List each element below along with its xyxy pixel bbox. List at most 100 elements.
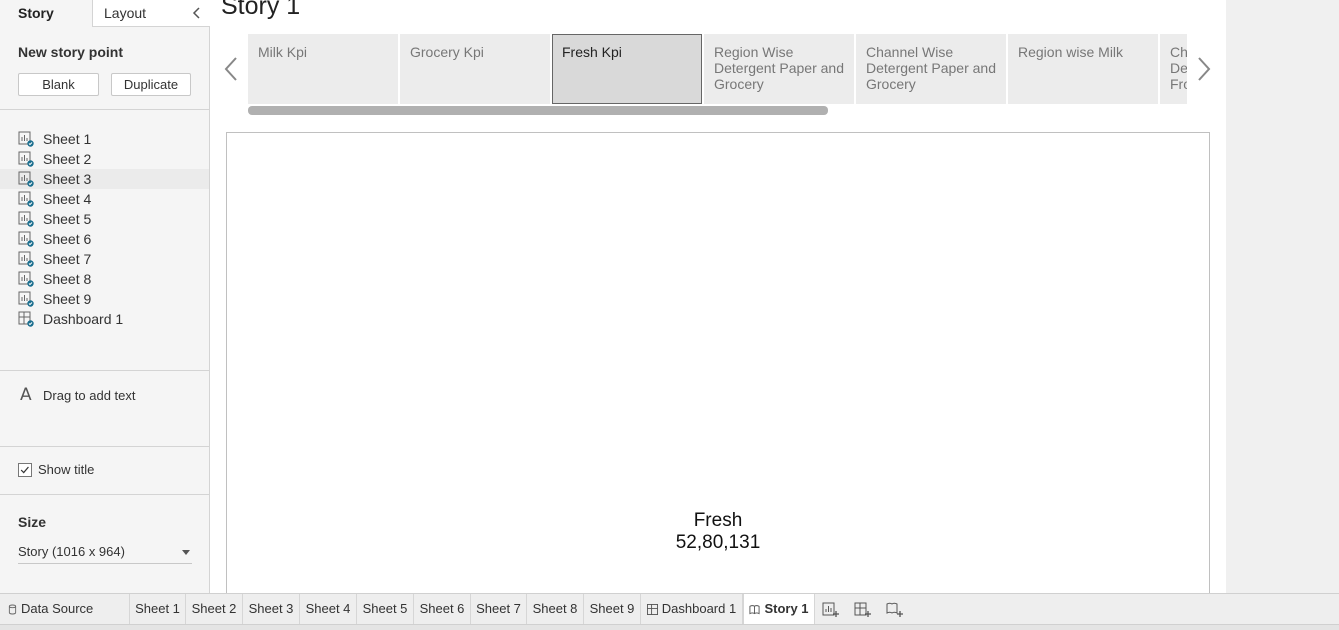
divider — [0, 446, 209, 447]
navigator-scrollbar[interactable] — [248, 106, 1187, 115]
story-pane: Story Layout New story point Blank Dupli… — [0, 0, 210, 593]
tab-layout[interactable]: Layout — [93, 0, 210, 27]
worksheet-icon — [18, 151, 34, 167]
pane-tabs: Story Layout — [0, 0, 210, 27]
duplicate-button[interactable]: Duplicate — [111, 73, 191, 96]
sheet-item-7[interactable]: Sheet 7 — [0, 249, 209, 269]
blank-button[interactable]: Blank — [18, 73, 99, 96]
worksheet-icon — [18, 131, 34, 147]
size-dropdown-value: Story (1016 x 964) — [18, 544, 125, 559]
tab-sheet-1[interactable]: Sheet 1 — [130, 594, 186, 625]
tab-label: Dashboard 1 — [661, 601, 737, 616]
status-bar — [0, 624, 1339, 630]
tab-label: Sheet 8 — [532, 601, 578, 616]
tab-label: Sheet 3 — [248, 601, 294, 616]
tab-label: Sheet 7 — [476, 601, 521, 616]
worksheet-icon — [18, 171, 34, 187]
sheet-item-8[interactable]: Sheet 8 — [0, 269, 209, 289]
story-point-grocery-kpi[interactable]: Grocery Kpi — [400, 34, 550, 104]
sheet-item-label: Sheet 9 — [43, 291, 92, 307]
tab-sheet-4[interactable]: Sheet 4 — [300, 594, 357, 625]
divider — [0, 370, 209, 371]
tab-dashboard-1[interactable]: Dashboard 1 — [641, 594, 743, 625]
size-dropdown[interactable]: Story (1016 x 964) — [18, 542, 192, 564]
worksheet-icon — [18, 211, 34, 227]
sheet-item-label: Sheet 1 — [43, 131, 92, 147]
tab-sheet-6[interactable]: Sheet 6 — [414, 594, 471, 625]
story-point-region-detergent-grocery[interactable]: Region Wise Detergent Paper and Grocery — [704, 34, 854, 104]
tab-label: Sheet 6 — [419, 601, 465, 616]
sheet-item-label: Sheet 5 — [43, 211, 92, 227]
kpi-value: 52,80,131 — [675, 532, 761, 553]
drag-text-label: Drag to add text — [43, 388, 136, 403]
sheet-item-1[interactable]: Sheet 1 — [0, 129, 209, 149]
sheet-item-label: Sheet 6 — [43, 231, 92, 247]
story-title[interactable]: Story 1 — [221, 0, 300, 21]
show-title-checkbox[interactable] — [18, 463, 32, 477]
dashboard-icon — [18, 311, 34, 327]
story-point-channel-detergent-frozen[interactable]: Channel Wise Detergent Paper and Frozen — [1160, 34, 1187, 104]
tab-label: Sheet 9 — [589, 601, 635, 616]
sheet-tab-bar: Data Source Sheet 1 Sheet 2 Sheet 3 Shee… — [0, 593, 1339, 625]
checkmark-icon — [20, 466, 29, 474]
divider — [0, 494, 209, 495]
tab-sheet-3[interactable]: Sheet 3 — [243, 594, 300, 625]
story-point-milk-kpi[interactable]: Milk Kpi — [248, 34, 398, 104]
right-gutter — [1226, 0, 1339, 593]
worksheet-icon — [18, 291, 34, 307]
tab-label: Story 1 — [764, 601, 809, 616]
chevron-right-icon[interactable] — [1197, 56, 1211, 82]
story-point-fresh-kpi[interactable]: Fresh Kpi — [552, 34, 702, 104]
sheet-item-9[interactable]: Sheet 9 — [0, 289, 209, 309]
tab-label: Sheet 1 — [135, 601, 180, 616]
sheet-item-label: Sheet 8 — [43, 271, 92, 287]
chevron-left-icon[interactable] — [191, 7, 203, 19]
tab-story[interactable]: Story — [0, 0, 93, 27]
size-heading: Size — [18, 514, 47, 530]
sheet-item-2[interactable]: Sheet 2 — [0, 149, 209, 169]
tab-layout-label: Layout — [104, 5, 147, 21]
tab-data-source[interactable]: Data Source — [0, 594, 130, 625]
tab-label: Data Source — [21, 601, 94, 616]
chevron-left-icon[interactable] — [224, 56, 238, 82]
sheet-item-6[interactable]: Sheet 6 — [0, 229, 209, 249]
sheet-item-3[interactable]: Sheet 3 — [0, 169, 209, 189]
kpi-card: Fresh 52,80,131 — [227, 510, 1209, 554]
tableau-story-editor: Story Layout New story point Blank Dupli… — [0, 0, 1339, 630]
sheet-item-label: Sheet 7 — [43, 251, 92, 267]
show-title-label: Show title — [38, 462, 95, 477]
new-story-point-heading: New story point — [18, 44, 124, 60]
sheet-item-4[interactable]: Sheet 4 — [0, 189, 209, 209]
new-worksheet-icon[interactable] — [822, 601, 840, 617]
tab-sheet-9[interactable]: Sheet 9 — [584, 594, 641, 625]
story-canvas: Fresh 52,80,131 — [226, 132, 1210, 602]
sheet-item-label: Sheet 2 — [43, 151, 92, 167]
tab-sheet-8[interactable]: Sheet 8 — [527, 594, 584, 625]
story-point-region-milk[interactable]: Region wise Milk — [1008, 34, 1158, 104]
worksheet-icon — [18, 231, 34, 247]
story-icon — [749, 605, 760, 615]
dashboard-icon — [646, 604, 658, 616]
tab-story-1[interactable]: Story 1 — [743, 594, 815, 625]
tab-label: Sheet 2 — [191, 601, 237, 616]
tab-sheet-5[interactable]: Sheet 5 — [357, 594, 414, 625]
new-story-icon[interactable] — [886, 601, 904, 617]
drag-text-item[interactable]: A Drag to add text — [0, 384, 209, 408]
story-navigator: Milk Kpi Grocery Kpi Fresh Kpi Region Wi… — [248, 34, 1187, 104]
worksheet-icon — [18, 271, 34, 287]
scrollbar-thumb[interactable] — [248, 106, 828, 115]
sheet-item-5[interactable]: Sheet 5 — [0, 209, 209, 229]
new-dashboard-icon[interactable] — [854, 601, 872, 617]
tab-sheet-2[interactable]: Sheet 2 — [186, 594, 243, 625]
sheet-list: Sheet 1 Sheet 2 Sheet 3 Sheet 4 Sheet 5 … — [0, 129, 209, 329]
tab-label: Sheet 4 — [305, 601, 351, 616]
datasource-icon — [8, 604, 17, 615]
tab-label: Sheet 5 — [362, 601, 408, 616]
sheet-item-dashboard-1[interactable]: Dashboard 1 — [0, 309, 209, 329]
tab-sheet-7[interactable]: Sheet 7 — [471, 594, 527, 625]
worksheet-icon — [18, 251, 34, 267]
caret-down-icon — [182, 550, 190, 555]
worksheet-icon — [18, 191, 34, 207]
sheet-item-label: Sheet 4 — [43, 191, 92, 207]
story-point-channel-detergent-grocery[interactable]: Channel Wise Detergent Paper and Grocery — [856, 34, 1006, 104]
